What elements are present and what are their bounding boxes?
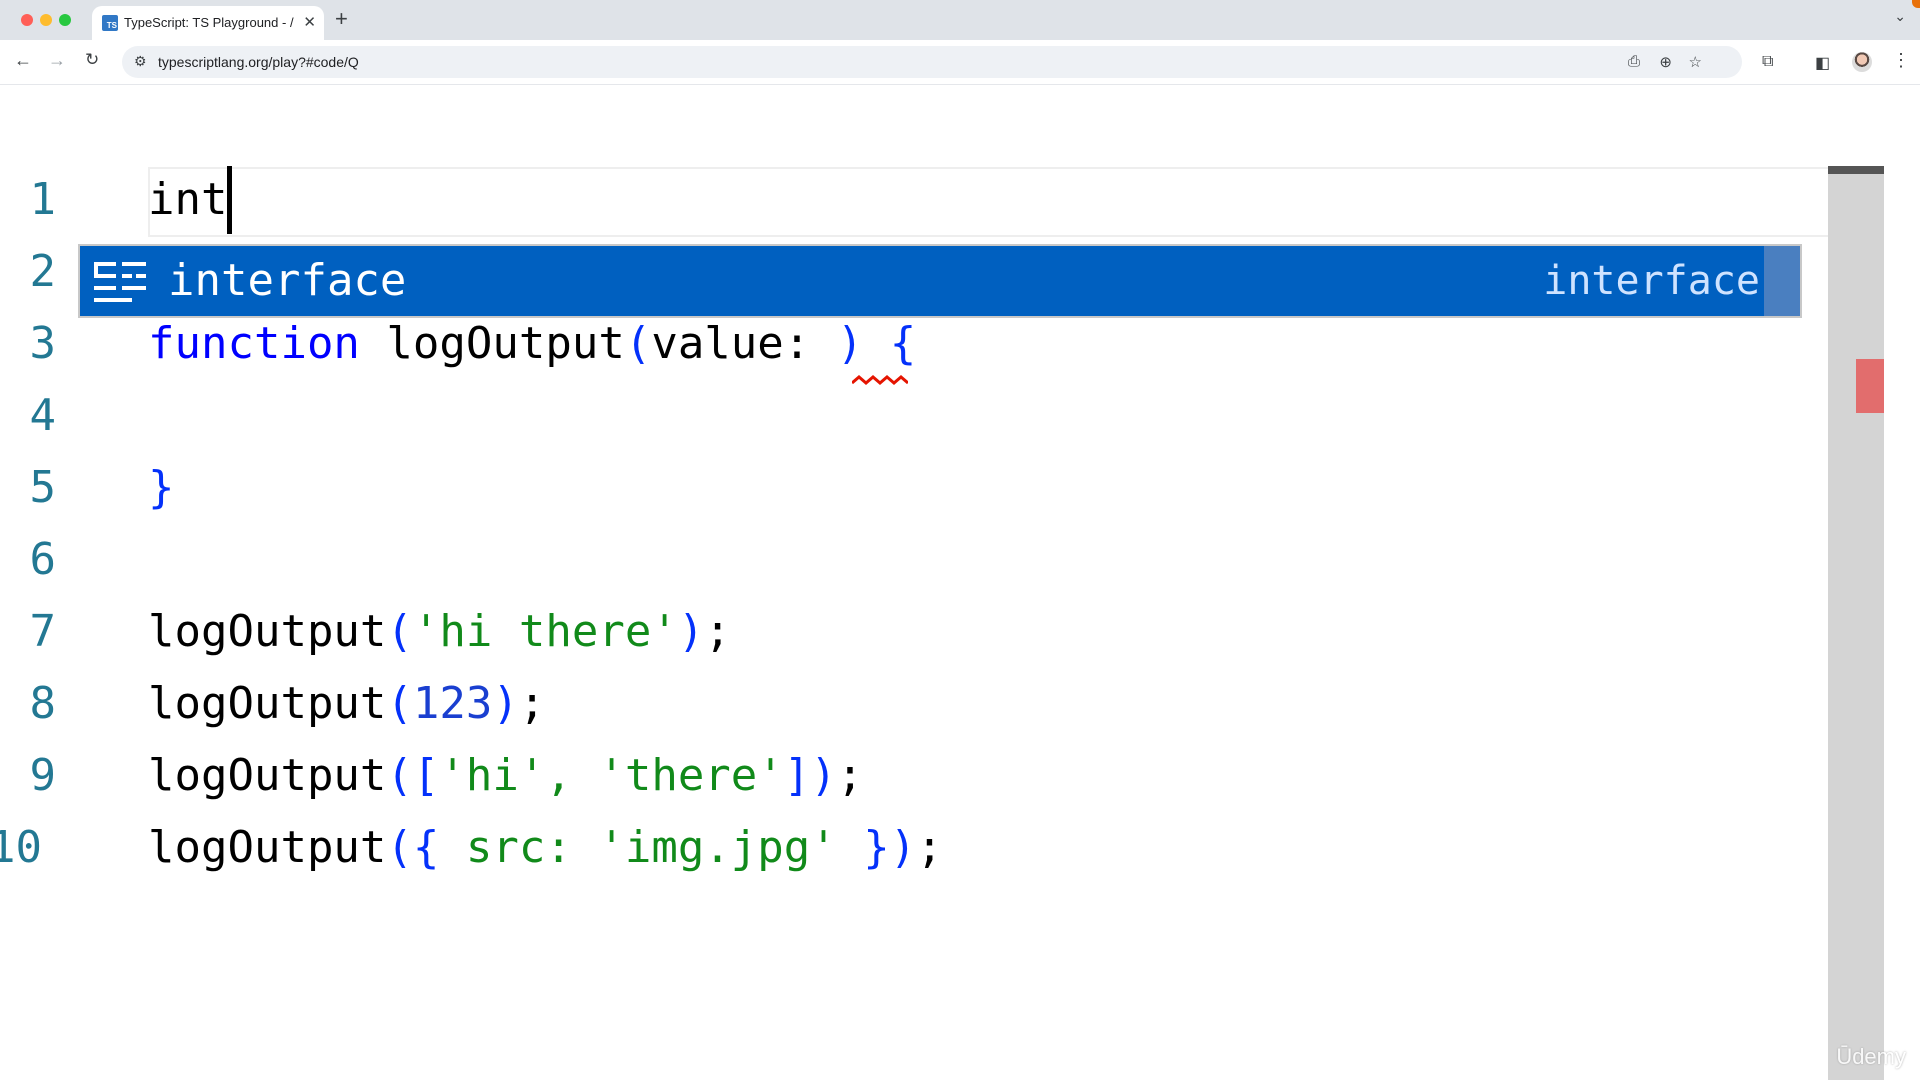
- call-close: ): [492, 678, 519, 729]
- line-number: 4: [29, 390, 57, 441]
- install-app-icon[interactable]: ⎙: [1628, 53, 1640, 70]
- paren-open: (: [624, 318, 652, 369]
- editor-scrollbar[interactable]: [1828, 166, 1884, 1080]
- call-name: logOutput: [148, 678, 387, 729]
- minimize-window-button[interactable]: [40, 14, 52, 26]
- close-window-button[interactable]: [21, 14, 33, 26]
- line-number: 7: [29, 606, 57, 657]
- code-line-8[interactable]: logOutput(123);: [148, 668, 545, 740]
- semicolon: ;: [916, 822, 943, 873]
- keyword: function: [148, 318, 360, 369]
- call-open: ([: [386, 750, 440, 801]
- site-info-icon[interactable]: ⚙: [134, 53, 147, 70]
- tab-strip: TS TypeScript: TS Playground - / ✕ + ⌄: [0, 0, 1920, 40]
- line-number: 2: [29, 246, 57, 297]
- call-open: (: [386, 678, 413, 729]
- reload-icon[interactable]: ↻: [85, 50, 99, 70]
- call-open: (: [386, 606, 413, 657]
- error-squiggle[interactable]: [852, 374, 908, 386]
- call-argument: 'hi', 'there': [439, 750, 784, 801]
- code-line-1[interactable]: int: [148, 164, 233, 236]
- call-argument: 'hi there': [412, 606, 678, 657]
- code-line-9[interactable]: logOutput(['hi', 'there']);: [148, 740, 863, 812]
- scrollbar-thumb[interactable]: [1828, 166, 1884, 174]
- line-number: 8: [29, 678, 57, 729]
- line-number: 6: [29, 534, 57, 585]
- parameter: value:: [651, 318, 837, 369]
- code-editor[interactable]: 1 2 3 4 5 6 7 8 9 10 int function logOut…: [0, 85, 1920, 1080]
- extensions-icon[interactable]: ⧉: [1762, 53, 1773, 71]
- suggestion-detail: interface: [1543, 258, 1760, 304]
- error-marker: [1856, 359, 1884, 413]
- tab-title: TypeScript: TS Playground - /: [124, 15, 294, 30]
- forward-arrow-icon[interactable]: →: [48, 50, 66, 71]
- call-close: ): [677, 606, 705, 657]
- typescript-favicon-icon: TS: [102, 15, 118, 31]
- call-name: logOutput: [148, 750, 387, 801]
- code-line-3[interactable]: function logOutput(value: ) {: [148, 308, 916, 380]
- line-number: 5: [29, 462, 57, 513]
- more-menu-icon[interactable]: ⋮: [1892, 50, 1910, 71]
- snippet-icon: [94, 262, 146, 302]
- paren-close: ): [836, 318, 864, 369]
- line-number: 9: [29, 750, 57, 801]
- line-number: 10: [0, 822, 42, 873]
- tab-search-icon[interactable]: ⌄: [1894, 8, 1906, 25]
- function-name: logOutput: [359, 318, 625, 369]
- side-panel-icon[interactable]: ◧: [1815, 53, 1830, 73]
- semicolon: ;: [704, 606, 731, 657]
- udemy-watermark: Ūdemy: [1836, 1044, 1906, 1069]
- close-tab-icon[interactable]: ✕: [303, 13, 316, 31]
- code-line-7[interactable]: logOutput('hi there');: [148, 596, 731, 668]
- profile-avatar[interactable]: [1852, 52, 1872, 72]
- url-text[interactable]: typescriptlang.org/play?#code/Q: [158, 54, 359, 70]
- browser-toolbar: ← → ↻ ⚙ typescriptlang.org/play?#code/Q …: [0, 40, 1920, 85]
- call-close: }): [863, 822, 917, 873]
- autocomplete-suggestion[interactable]: interface interface: [78, 244, 1802, 318]
- brace-open: {: [863, 318, 917, 369]
- bookmark-star-icon[interactable]: ☆: [1689, 53, 1702, 71]
- call-name: logOutput: [148, 822, 387, 873]
- code-line-5[interactable]: }: [148, 452, 175, 524]
- call-argument: src: 'img.jpg': [439, 822, 864, 873]
- text-cursor: [227, 166, 233, 234]
- call-open: ({: [386, 822, 440, 873]
- zoom-icon[interactable]: ⊕: [1659, 53, 1672, 71]
- semicolon: ;: [836, 750, 864, 801]
- semicolon: ;: [518, 678, 546, 729]
- new-tab-button[interactable]: +: [335, 6, 348, 32]
- browser-tab-active[interactable]: TS TypeScript: TS Playground - / ✕: [92, 6, 324, 40]
- line-number: 3: [29, 318, 57, 369]
- maximize-window-button[interactable]: [59, 14, 71, 26]
- typed-text: int: [148, 174, 228, 225]
- call-close: ]): [783, 750, 837, 801]
- call-argument: 123: [412, 678, 493, 729]
- notification-dot: [1912, 0, 1920, 8]
- suggestion-label: interface: [168, 255, 407, 306]
- back-arrow-icon[interactable]: ←: [14, 50, 32, 71]
- suggestion-scrollbar[interactable]: [1764, 246, 1800, 316]
- call-name: logOutput: [148, 606, 387, 657]
- current-line-highlight: [148, 167, 1876, 237]
- line-number: 1: [29, 174, 57, 225]
- address-bar[interactable]: ⚙ typescriptlang.org/play?#code/Q ⎙ ⊕ ☆: [122, 46, 1742, 78]
- code-line-10[interactable]: logOutput({ src: 'img.jpg' });: [148, 812, 943, 884]
